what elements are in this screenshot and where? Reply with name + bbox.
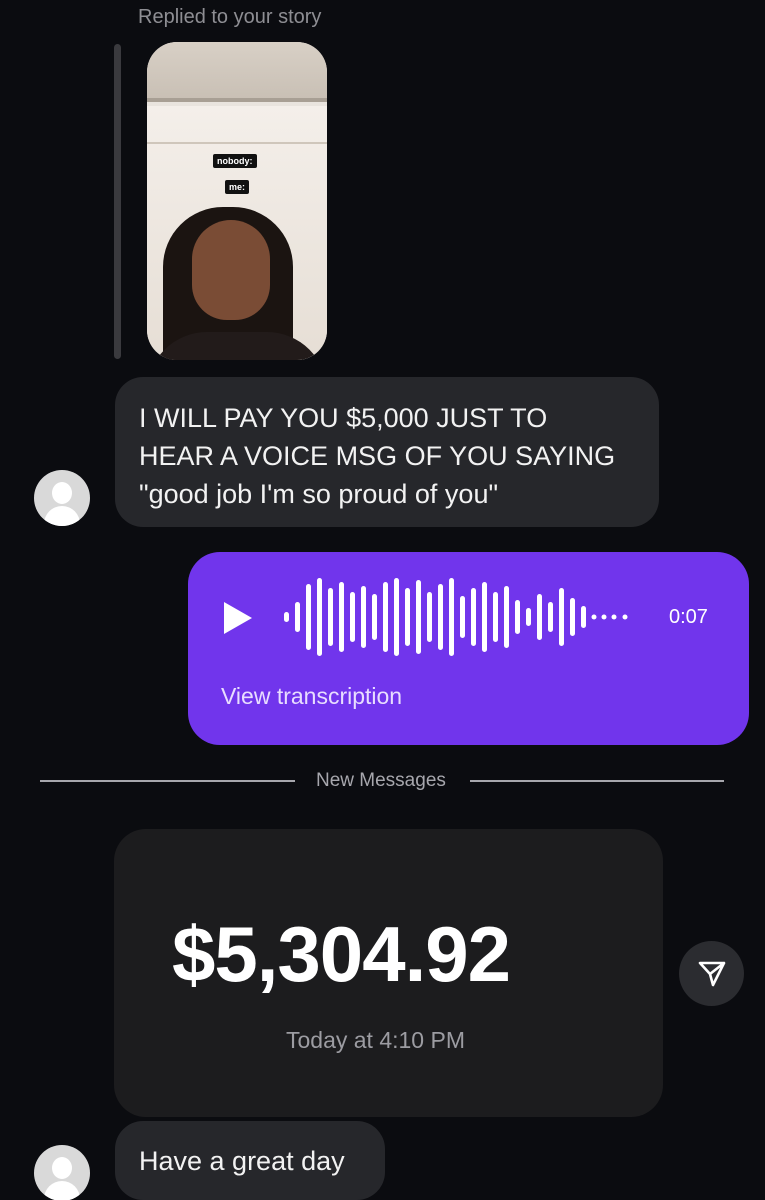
sender-avatar[interactable]	[34, 1145, 90, 1200]
message-line: HEAR A VOICE MSG OF YOU SAYING	[139, 441, 616, 471]
waveform-icon[interactable]	[284, 574, 634, 660]
incoming-message-bubble[interactable]: Have a great day	[115, 1121, 385, 1200]
story-sticker-me: me:	[225, 180, 250, 194]
send-icon	[698, 961, 726, 987]
sender-avatar[interactable]	[34, 470, 90, 526]
user-placeholder-icon	[52, 482, 72, 504]
share-button[interactable]	[679, 941, 744, 1006]
play-icon[interactable]	[224, 602, 252, 634]
voice-duration: 0:07	[669, 606, 708, 628]
message-line: I WILL PAY YOU $5,000 JUST TO	[139, 403, 548, 433]
incoming-message-bubble[interactable]: I WILL PAY YOU $5,000 JUST TO HEAR A VOI…	[115, 377, 659, 527]
reply-quote-bar	[114, 44, 121, 359]
story-reply-label: Replied to your story	[138, 6, 322, 28]
voice-message-bubble[interactable]: 0:07 View transcription	[188, 552, 749, 745]
story-ceiling	[147, 42, 327, 102]
divider-line-right	[470, 780, 724, 782]
story-sticker-nobody: nobody:	[213, 154, 257, 168]
user-placeholder-icon-body	[44, 1181, 80, 1200]
user-placeholder-icon-body	[44, 506, 80, 526]
story-thumbnail[interactable]: nobody: me:	[147, 42, 327, 360]
new-messages-divider: New Messages	[316, 770, 446, 791]
divider-line-left	[40, 780, 295, 782]
view-transcription-link[interactable]: View transcription	[221, 683, 402, 710]
story-person-face	[192, 220, 270, 320]
story-beam	[147, 142, 327, 144]
payment-image-message[interactable]: $5,304.92 Today at 4:10 PM	[114, 829, 663, 1117]
user-placeholder-icon	[52, 1157, 72, 1179]
payment-timestamp: Today at 4:10 PM	[286, 1027, 465, 1053]
message-line: "good job I'm so proud of you"	[139, 479, 499, 509]
payment-amount: $5,304.92	[172, 910, 511, 998]
